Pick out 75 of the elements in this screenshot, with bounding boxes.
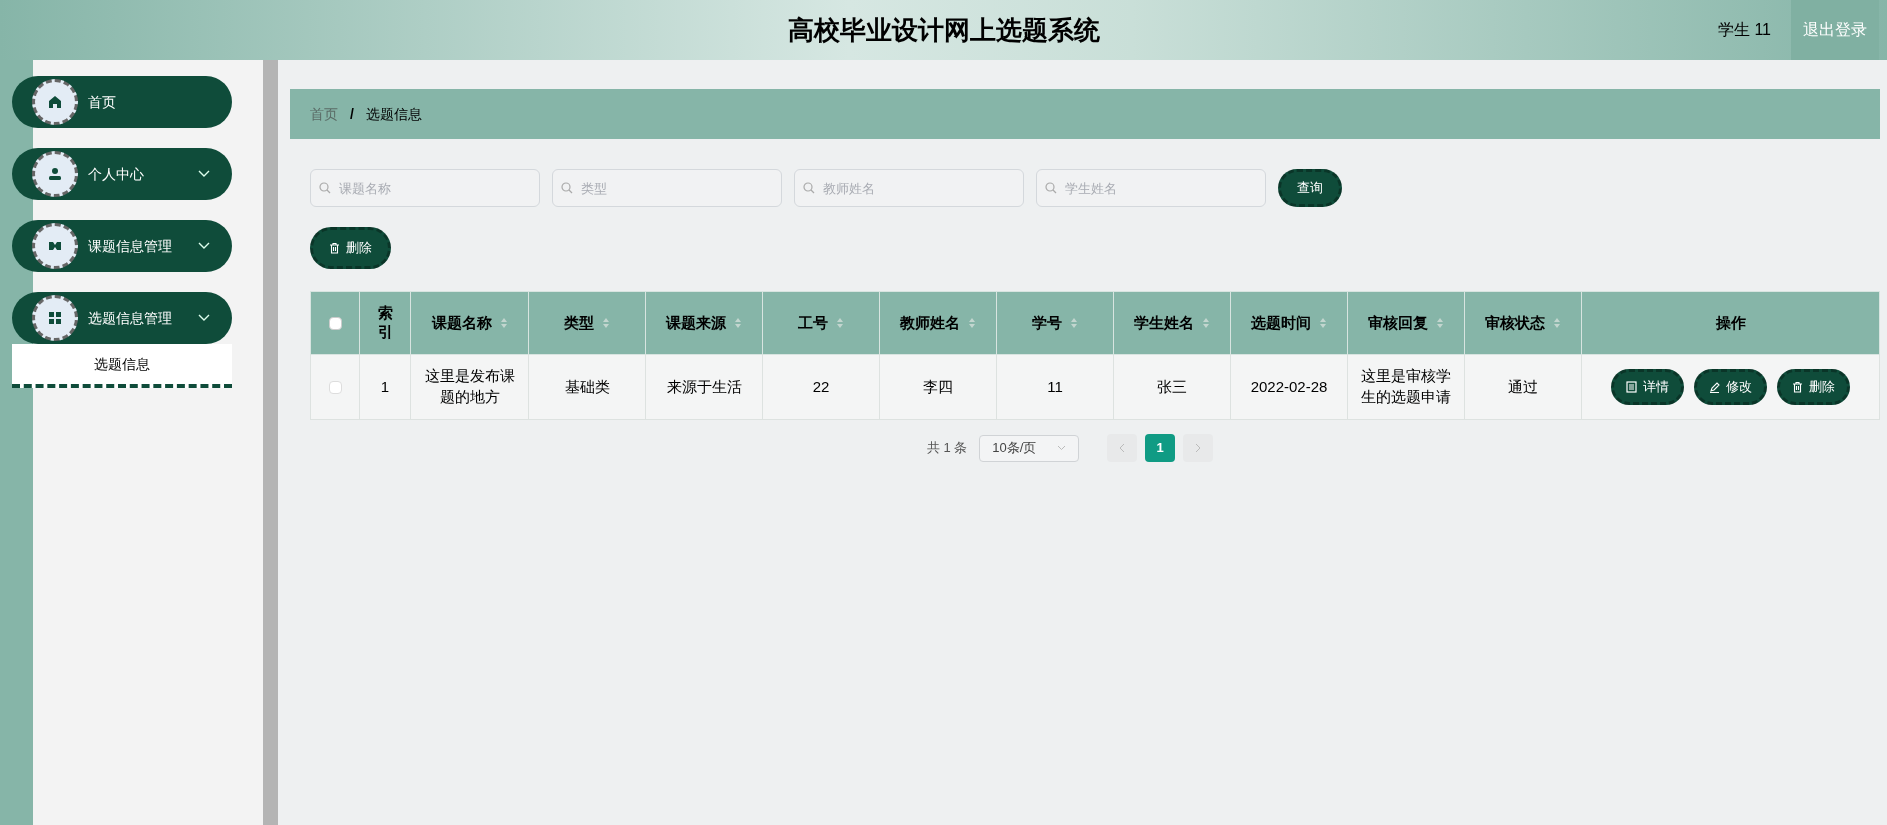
table-cell: 1 — [380, 377, 390, 395]
breadcrumb-current: 选题信息 — [365, 104, 422, 124]
search-icon — [561, 182, 573, 194]
sort-icon — [499, 317, 508, 329]
table-cell: 通过 — [1508, 377, 1538, 395]
total-count: 共 1 条 — [926, 439, 968, 458]
bowtie-icon — [48, 239, 62, 253]
chevron-left-icon — [1119, 443, 1126, 453]
table-cell: 李四 — [923, 377, 953, 395]
search-icon — [319, 182, 331, 194]
grid-icon — [48, 311, 62, 325]
user-name: 学生 11 — [1717, 20, 1771, 40]
chevron-down-icon — [1057, 445, 1067, 451]
breadcrumb-separator: / — [349, 104, 355, 124]
column-header[interactable]: 审核状态 — [1485, 313, 1545, 333]
column-header[interactable]: 课题来源 — [666, 313, 726, 333]
search-field[interactable]: 类型 — [552, 169, 782, 207]
sort-icon — [836, 317, 844, 329]
chevron-down-icon — [198, 242, 210, 250]
column-header[interactable]: 教师姓名 — [900, 313, 960, 333]
menu-item[interactable]: 个人中心 — [12, 148, 232, 200]
sort-icon — [1319, 317, 1327, 329]
user-icon — [48, 167, 62, 181]
chevron-down-icon — [198, 314, 210, 322]
sort-icon — [1070, 317, 1078, 329]
document-icon — [1626, 381, 1637, 393]
system-title: 高校毕业设计网上选题系统 — [787, 13, 1100, 47]
edit-button[interactable]: 修改 — [1694, 369, 1767, 405]
details-button[interactable]: 详情 — [1611, 369, 1684, 405]
trash-icon — [1792, 381, 1803, 393]
column-header: 操作 — [1715, 313, 1746, 333]
submenu-item[interactable]: 选题信息 — [12, 344, 232, 384]
table-cell: 张三 — [1157, 377, 1187, 395]
trash-icon — [329, 242, 340, 254]
pencil-icon — [1709, 381, 1720, 393]
search-field[interactable]: 课题名称 — [310, 169, 540, 207]
column-header: 索引 — [377, 304, 393, 342]
sort-icon — [1436, 317, 1444, 329]
table-cell: 来源于生活 — [666, 377, 742, 395]
select-all-checkbox[interactable] — [328, 317, 342, 331]
table-cell: 22 — [812, 377, 830, 395]
menu-item[interactable]: 课题信息管理 — [12, 220, 232, 272]
table-cell: 11 — [1047, 377, 1063, 395]
column-header[interactable]: 学生姓名 — [1134, 313, 1194, 333]
column-header[interactable]: 学号 — [1032, 313, 1062, 333]
search-field[interactable]: 教师姓名 — [794, 169, 1024, 207]
sort-icon — [602, 317, 610, 329]
table-cell: 2022-02-28 — [1250, 377, 1328, 395]
column-header[interactable]: 课题名称 — [431, 313, 492, 333]
column-header[interactable]: 工号 — [798, 313, 828, 333]
sort-icon — [1553, 317, 1561, 329]
table-cell: 这里是发布课题的地方 — [424, 367, 515, 405]
next-page-button[interactable] — [1183, 434, 1214, 462]
search-icon — [1045, 182, 1057, 194]
delete-row-button[interactable]: 删除 — [1777, 369, 1850, 405]
chevron-down-icon — [198, 170, 210, 178]
sort-icon — [968, 317, 976, 329]
sort-icon — [1202, 317, 1210, 329]
search-icon — [803, 182, 815, 194]
menu-item[interactable]: 首页 — [12, 76, 232, 128]
home-icon — [48, 95, 62, 109]
sort-icon — [734, 317, 742, 329]
column-header[interactable]: 审核回复 — [1368, 313, 1428, 333]
previous-page-button[interactable] — [1107, 434, 1138, 462]
column-header[interactable]: 类型 — [564, 313, 594, 333]
table-cell: 基础类 — [564, 377, 610, 395]
query-button[interactable]: 查询 — [1278, 169, 1342, 207]
table-cell: 这里是审核学生的选题申请 — [1361, 367, 1451, 405]
menu-item[interactable]: 选题信息管理 — [12, 292, 232, 344]
column-header[interactable]: 选题时间 — [1251, 313, 1311, 333]
page-size-select[interactable]: 10条/页 — [979, 434, 1080, 462]
delete-button[interactable]: 删除 — [310, 227, 391, 269]
chevron-right-icon — [1195, 443, 1202, 453]
search-field[interactable]: 学生姓名 — [1036, 169, 1266, 207]
row-checkbox[interactable] — [328, 381, 342, 395]
